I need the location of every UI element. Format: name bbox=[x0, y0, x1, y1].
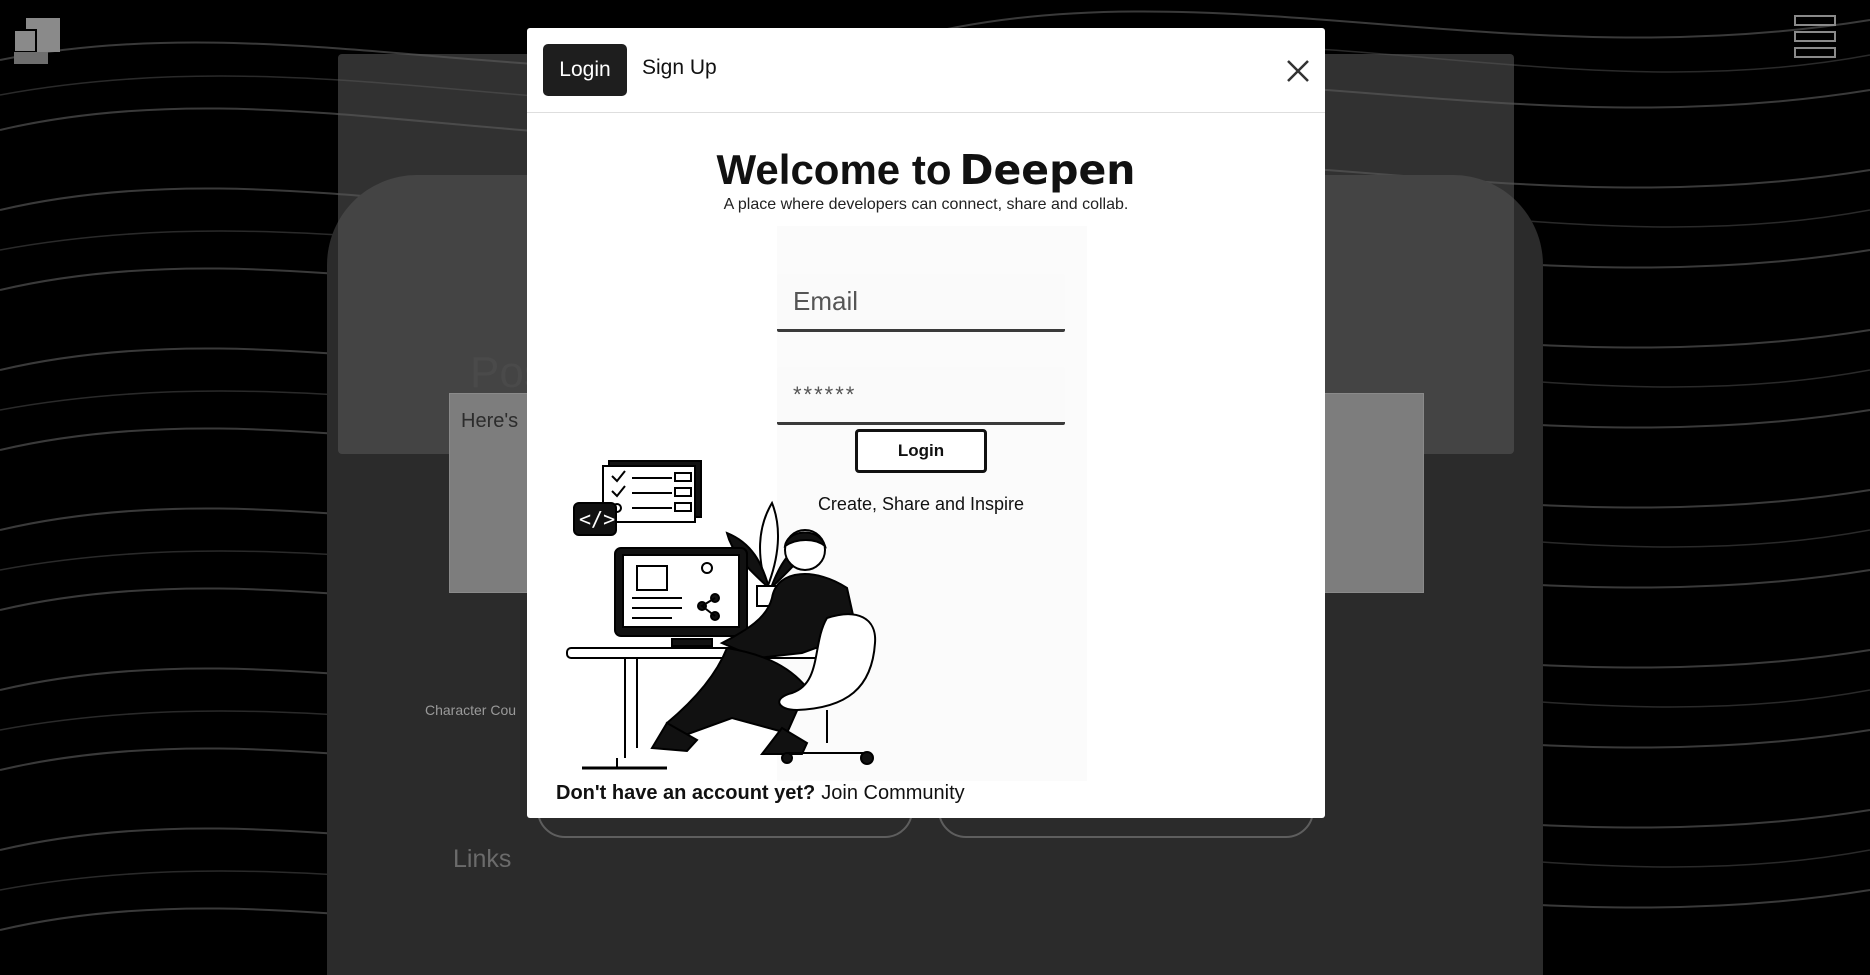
welcome-prefix: Welcome to bbox=[716, 146, 952, 193]
tab-login[interactable]: Login bbox=[543, 44, 627, 96]
background-character-count: Character Cou bbox=[425, 702, 517, 718]
tab-sign-up[interactable]: Sign Up bbox=[642, 56, 717, 80]
signup-prompt: Don't have an account yet? Join Community bbox=[556, 782, 965, 805]
password-input[interactable] bbox=[777, 367, 1065, 425]
background-links-label: Links bbox=[453, 845, 512, 873]
background-textarea-placeholder: Here's bbox=[461, 410, 519, 432]
hamburger-menu-icon[interactable] bbox=[1794, 14, 1836, 60]
email-input[interactable] bbox=[777, 274, 1065, 332]
join-community-link[interactable]: Join Community bbox=[821, 782, 964, 804]
brand-name: Deepen bbox=[959, 146, 1136, 194]
welcome-heading: Welcome to Deepen bbox=[527, 146, 1325, 194]
svg-text:</>: </> bbox=[579, 507, 615, 531]
modal-header: Login Sign Up bbox=[527, 28, 1325, 113]
signup-question: Don't have an account yet? bbox=[556, 782, 816, 804]
developer-illustration: </> bbox=[566, 460, 877, 770]
logo-icon[interactable] bbox=[14, 18, 60, 64]
close-icon[interactable] bbox=[1285, 58, 1311, 84]
tagline: A place where developers can connect, sh… bbox=[723, 196, 1129, 213]
login-modal: Login Sign Up Welcome to Deepen A place w… bbox=[527, 28, 1325, 818]
